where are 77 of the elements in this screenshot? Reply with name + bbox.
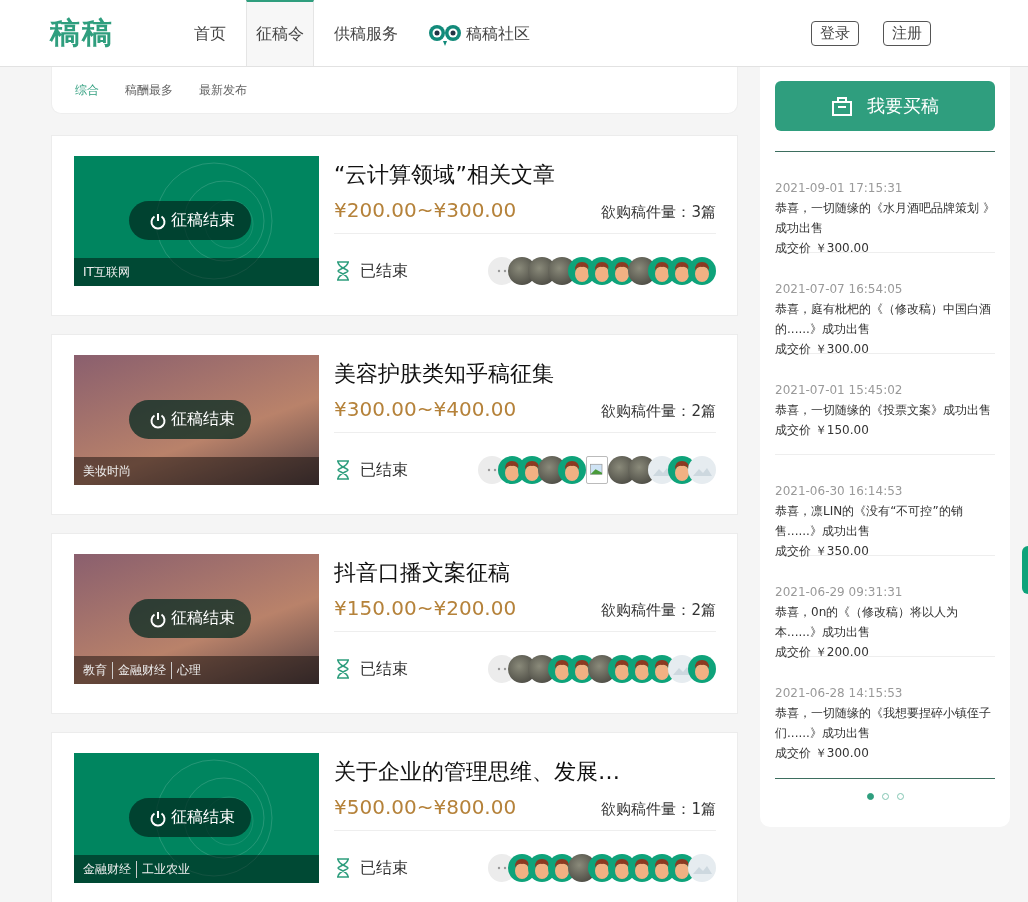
card-title[interactable]: 抖音口播文案征稿 xyxy=(334,558,716,588)
category-tag: 金融财经 xyxy=(83,860,136,878)
floating-button[interactable] xyxy=(1022,546,1028,594)
price-range: ¥200.00~¥300.00 xyxy=(334,198,517,222)
badge-text: 征稿结束 xyxy=(171,409,235,430)
badge-text: 征稿结束 xyxy=(171,807,235,828)
category-tag: IT互联网 xyxy=(83,263,135,281)
power-icon xyxy=(149,609,167,628)
status-label: 已结束 xyxy=(360,260,408,282)
avatar[interactable] xyxy=(688,655,716,683)
sale-price: 成交价 ￥350.00 xyxy=(775,543,870,560)
avatar[interactable] xyxy=(688,456,716,484)
power-icon xyxy=(149,410,167,429)
nav-tab[interactable]: 供稿服务 xyxy=(324,0,408,66)
category-tag: 金融财经 xyxy=(112,661,171,679)
nav-tab[interactable]: 首页 xyxy=(184,0,236,66)
category-tag: 教育 xyxy=(83,661,112,679)
sale-message: 恭喜，凛LIN的《没有“不可控”的销售......》成功出售 xyxy=(775,503,964,540)
category-tag: 工业农业 xyxy=(136,860,195,878)
sale-price: 成交价 ￥300.00 xyxy=(775,745,870,762)
auth-button[interactable]: 注册 xyxy=(883,20,931,46)
quantity-label: 欲购稿件量：2篇 xyxy=(601,601,716,620)
sale-time: 2021-07-07 16:54:05 xyxy=(775,281,904,298)
sale-message: 恭喜，一切随缘的《水月酒吧品牌策划 》成功出售 xyxy=(775,200,995,237)
badge-text: 征稿结束 xyxy=(171,608,235,629)
hourglass-icon xyxy=(334,261,352,281)
quantity-label: 欲购稿件量：3篇 xyxy=(601,203,716,222)
sale-price: 成交价 ￥300.00 xyxy=(775,240,870,257)
quantity-label: 欲购稿件量：1篇 xyxy=(601,800,716,819)
quantity-label: 欲购稿件量：2篇 xyxy=(601,402,716,421)
sale-message: 恭喜，0n的《（修改稿）将以人为本......》成功出售 xyxy=(775,604,960,641)
sale-price: 成交价 ￥150.00 xyxy=(775,422,870,439)
hourglass-icon xyxy=(334,858,352,878)
card-title[interactable]: 关于企业的管理思维、发展… xyxy=(334,757,716,787)
sale-time: 2021-06-29 09:31:31 xyxy=(775,584,904,601)
pager-dot[interactable] xyxy=(866,793,874,800)
broken-image-icon[interactable] xyxy=(586,456,608,484)
price-range: ¥500.00~¥800.00 xyxy=(334,795,517,819)
sale-price: 成交价 ￥200.00 xyxy=(775,644,870,661)
card-title[interactable]: “云计算领域”相关文章 xyxy=(334,160,716,190)
sale-message: 恭喜，庭有枇杷的《（修改稿）中国白酒的......》成功出售 xyxy=(775,301,992,338)
category-tag: 心理 xyxy=(171,661,206,679)
filter-tab[interactable]: 综合 xyxy=(75,81,99,99)
status-label: 已结束 xyxy=(360,857,408,879)
pager-dot[interactable] xyxy=(896,793,904,800)
status-label: 已结束 xyxy=(360,459,408,481)
sale-time: 2021-09-01 17:15:31 xyxy=(775,180,904,197)
sale-time: 2021-06-30 16:14:53 xyxy=(775,483,904,500)
avatar[interactable] xyxy=(558,456,586,484)
sale-price: 成交价 ￥300.00 xyxy=(775,341,870,358)
hourglass-icon xyxy=(334,460,352,480)
shopping-bag-icon xyxy=(831,96,853,116)
hourglass-icon xyxy=(334,659,352,679)
pager-dot[interactable] xyxy=(881,793,889,800)
power-icon xyxy=(149,211,167,230)
avatar[interactable] xyxy=(688,854,716,882)
price-range: ¥300.00~¥400.00 xyxy=(334,397,517,421)
call-for-papers-card[interactable]: 征稿结束 美妆时尚 美容护肤类知乎稿征集 ¥300.00~¥400.00 欲购稿件量：2篇 已结束 xyxy=(51,334,738,515)
status-label: 已结束 xyxy=(360,658,408,680)
avatar[interactable] xyxy=(688,257,716,285)
card-title[interactable]: 美容护肤类知乎稿征集 xyxy=(334,359,716,389)
filter-tab[interactable]: 最新发布 xyxy=(199,81,247,99)
call-for-papers-card[interactable]: 征稿结束 教育 金融财经 心理 抖音口播文案征稿 ¥150.00~¥200.00 欲购稿件量：2篇 已结束 xyxy=(51,533,738,714)
price-range: ¥150.00~¥200.00 xyxy=(334,596,517,620)
category-tag: 美妆时尚 xyxy=(83,462,136,480)
sale-message: 恭喜，一切随缘的《我想要捏碎小镇侄子们......》成功出售 xyxy=(775,705,992,742)
call-for-papers-card[interactable]: 征稿结束 金融财经 工业农业 关于企业的管理思维、发展… ¥500.00~¥800.00 欲购稿件量：1篇 已结束 xyxy=(51,732,738,902)
sale-time: 2021-07-01 15:45:02 xyxy=(775,382,904,399)
power-icon xyxy=(149,808,167,827)
sale-time: 2021-06-28 14:15:53 xyxy=(775,685,904,702)
nav-tab[interactable]: 征稿令 xyxy=(246,0,314,66)
call-for-papers-card[interactable]: 征稿结束 IT互联网 “云计算领域”相关文章 ¥200.00~¥300.00 欲购稿件量：3篇 已结束 xyxy=(51,135,738,316)
auth-button[interactable]: 登录 xyxy=(811,20,859,46)
badge-text: 征稿结束 xyxy=(171,210,235,231)
filter-tab[interactable]: 稿酬最多 xyxy=(125,81,173,99)
nav-tab[interactable]: 稿稿社区 xyxy=(418,0,540,66)
sale-message: 恭喜，一切随缘的《投票文案》成功出售 xyxy=(775,402,992,419)
